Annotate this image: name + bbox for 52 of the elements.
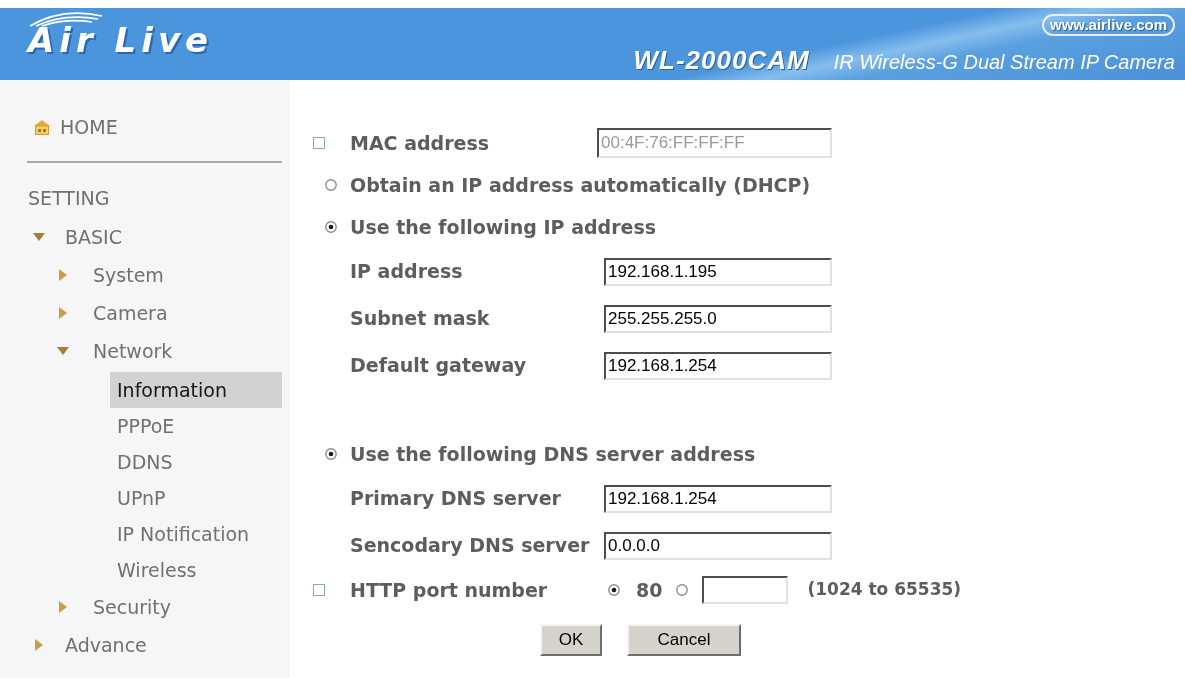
field-label: Subnet mask: [350, 306, 491, 332]
nav-item[interactable]: Information: [110, 372, 282, 408]
radio-label: Use the following DNS server address: [350, 441, 756, 467]
logo-text: Air Live: [28, 23, 214, 57]
radio-button[interactable]: [325, 221, 337, 233]
nav-item[interactable]: PPPoE: [110, 408, 282, 444]
section-heading: SETTING: [28, 185, 110, 211]
port-field[interactable]: [702, 576, 789, 604]
nav-item[interactable]: Network: [93, 336, 173, 366]
caret-right-icon[interactable]: [35, 639, 43, 651]
nav-item[interactable]: Advance: [65, 630, 147, 660]
radio-label: Obtain an IP address automatically (DHCP): [350, 172, 811, 198]
home-link[interactable]: HOME: [60, 112, 118, 142]
radio-button[interactable]: [325, 179, 337, 191]
radio-button[interactable]: [676, 584, 689, 596]
radio-button[interactable]: [608, 584, 620, 596]
nav-item[interactable]: DDNS: [110, 444, 282, 480]
model-name: WL-2000CAM: [633, 47, 810, 73]
text-field[interactable]: 192.168.1.254: [604, 484, 832, 513]
house-icon[interactable]: [33, 119, 51, 135]
caret-right-icon[interactable]: [59, 307, 67, 319]
nav-item[interactable]: UPnP: [110, 480, 282, 516]
text-field[interactable]: 255.255.255.0: [604, 304, 832, 333]
field-label: IP address: [350, 259, 464, 285]
field-label: Default gateway: [350, 353, 528, 379]
nav-item[interactable]: BASIC: [65, 222, 122, 252]
nav-item[interactable]: Camera: [93, 298, 168, 328]
radio-label: Use the following IP address: [350, 214, 657, 240]
nav-item[interactable]: Security: [93, 592, 172, 622]
field-label: Sencodary DNS server: [350, 533, 591, 559]
caret-down-icon[interactable]: [33, 233, 45, 241]
text-field[interactable]: 192.168.1.254: [604, 351, 832, 380]
logo-swoosh-icon: [28, 11, 104, 27]
radio-button[interactable]: [325, 448, 337, 460]
range-hint: (1024 to 65535): [807, 578, 962, 602]
text-field[interactable]: 192.168.1.195: [604, 257, 832, 286]
text-field[interactable]: 0.0.0.0: [604, 531, 832, 560]
option-label: 80: [636, 577, 663, 603]
ok-button[interactable]: OK: [540, 624, 602, 656]
nav-item[interactable]: Wireless: [110, 552, 282, 588]
website-label: www.airlive.com: [1042, 14, 1175, 36]
cancel-button[interactable]: Cancel: [627, 624, 741, 656]
field-label: HTTP port number: [350, 577, 549, 603]
caret-right-icon[interactable]: [59, 269, 67, 281]
checkbox[interactable]: [313, 584, 325, 596]
caret-right-icon[interactable]: [59, 601, 67, 613]
nav-item[interactable]: System: [93, 260, 164, 290]
field-label: MAC address: [350, 130, 491, 156]
field-label: Primary DNS server: [350, 486, 562, 512]
nav-item[interactable]: IP Notification: [110, 516, 282, 552]
caret-down-icon[interactable]: [57, 347, 69, 355]
product-description: IR Wireless-G Dual Stream IP Camera: [833, 52, 1175, 72]
